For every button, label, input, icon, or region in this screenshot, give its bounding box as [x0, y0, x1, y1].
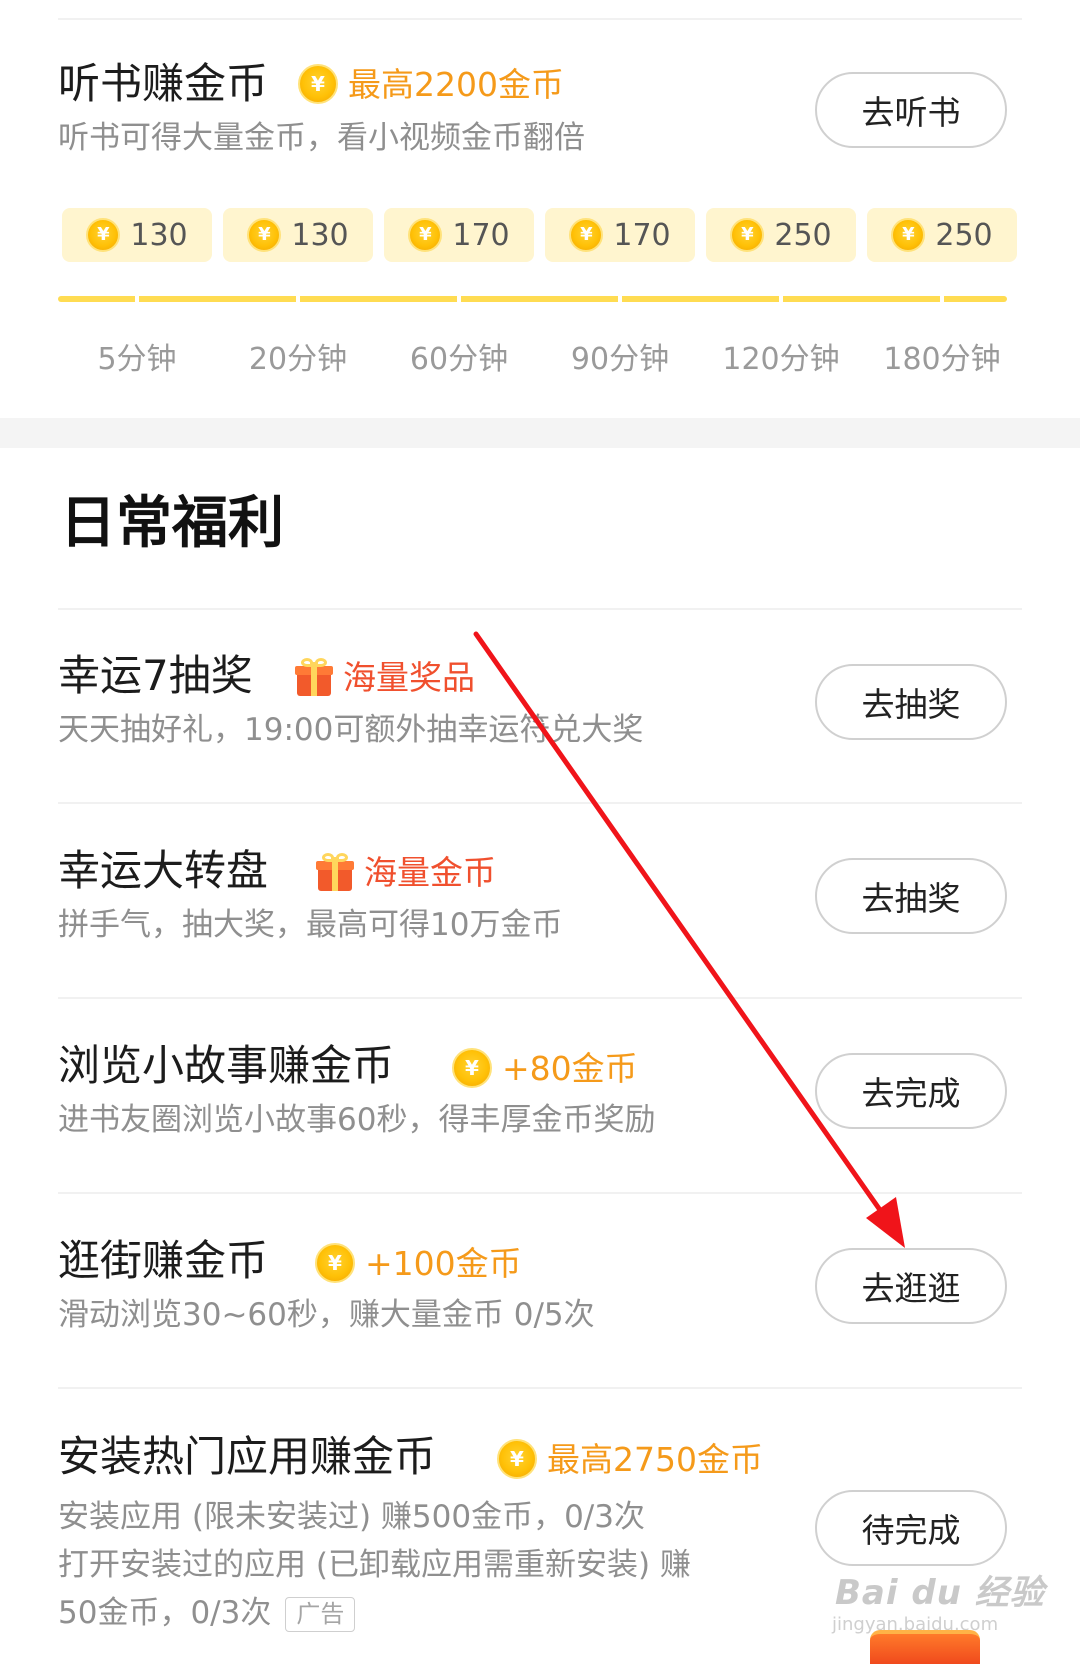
- annotation-arrow-icon: [473, 631, 905, 1248]
- treasure-chest-icon[interactable]: [870, 1630, 980, 1664]
- watermark-logo: Bai du 经验: [835, 1573, 1045, 1613]
